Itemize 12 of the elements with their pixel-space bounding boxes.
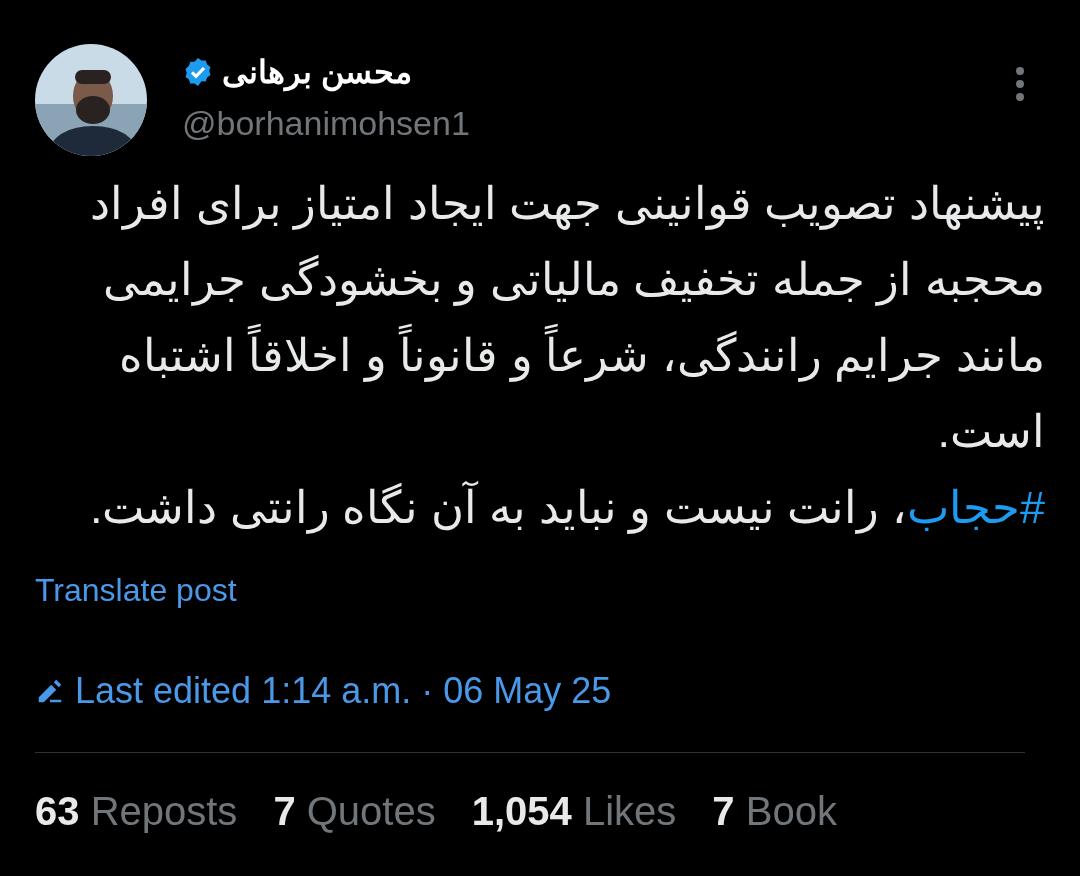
author-name[interactable]: محسن برهانی <box>222 48 412 96</box>
hashtag-link[interactable]: #حجاب <box>906 482 1045 533</box>
more-options-icon[interactable] <box>1015 66 1025 102</box>
edited-timestamp[interactable]: Last edited 1:14 a.m. · 06 May 25 <box>75 664 612 718</box>
stat-link[interactable]: 1,054 Likes <box>471 781 677 841</box>
post-text: ، رانت نیست و نباید به آن نگاه رانتی داشت. <box>89 482 907 533</box>
post-text: پیشنهاد تصویب قوانینی جهت ایجاد امتیاز برای افراد محجبه از جمله تخفیف مالیاتی و بخشودگی جرایمی مانند جرایم رانندگی، شرعاً و قانوناً و اخلاقاً اشتباه است. <box>89 177 1045 459</box>
stat-link[interactable]: 7 Book <box>712 781 837 841</box>
stat-link[interactable]: 7 Quotes <box>273 781 436 841</box>
stat-link[interactable]: 63 Reposts <box>35 781 238 841</box>
translate-link[interactable]: Translate post <box>35 566 237 614</box>
author-handle[interactable]: @borhanimohsen1 <box>182 98 470 149</box>
